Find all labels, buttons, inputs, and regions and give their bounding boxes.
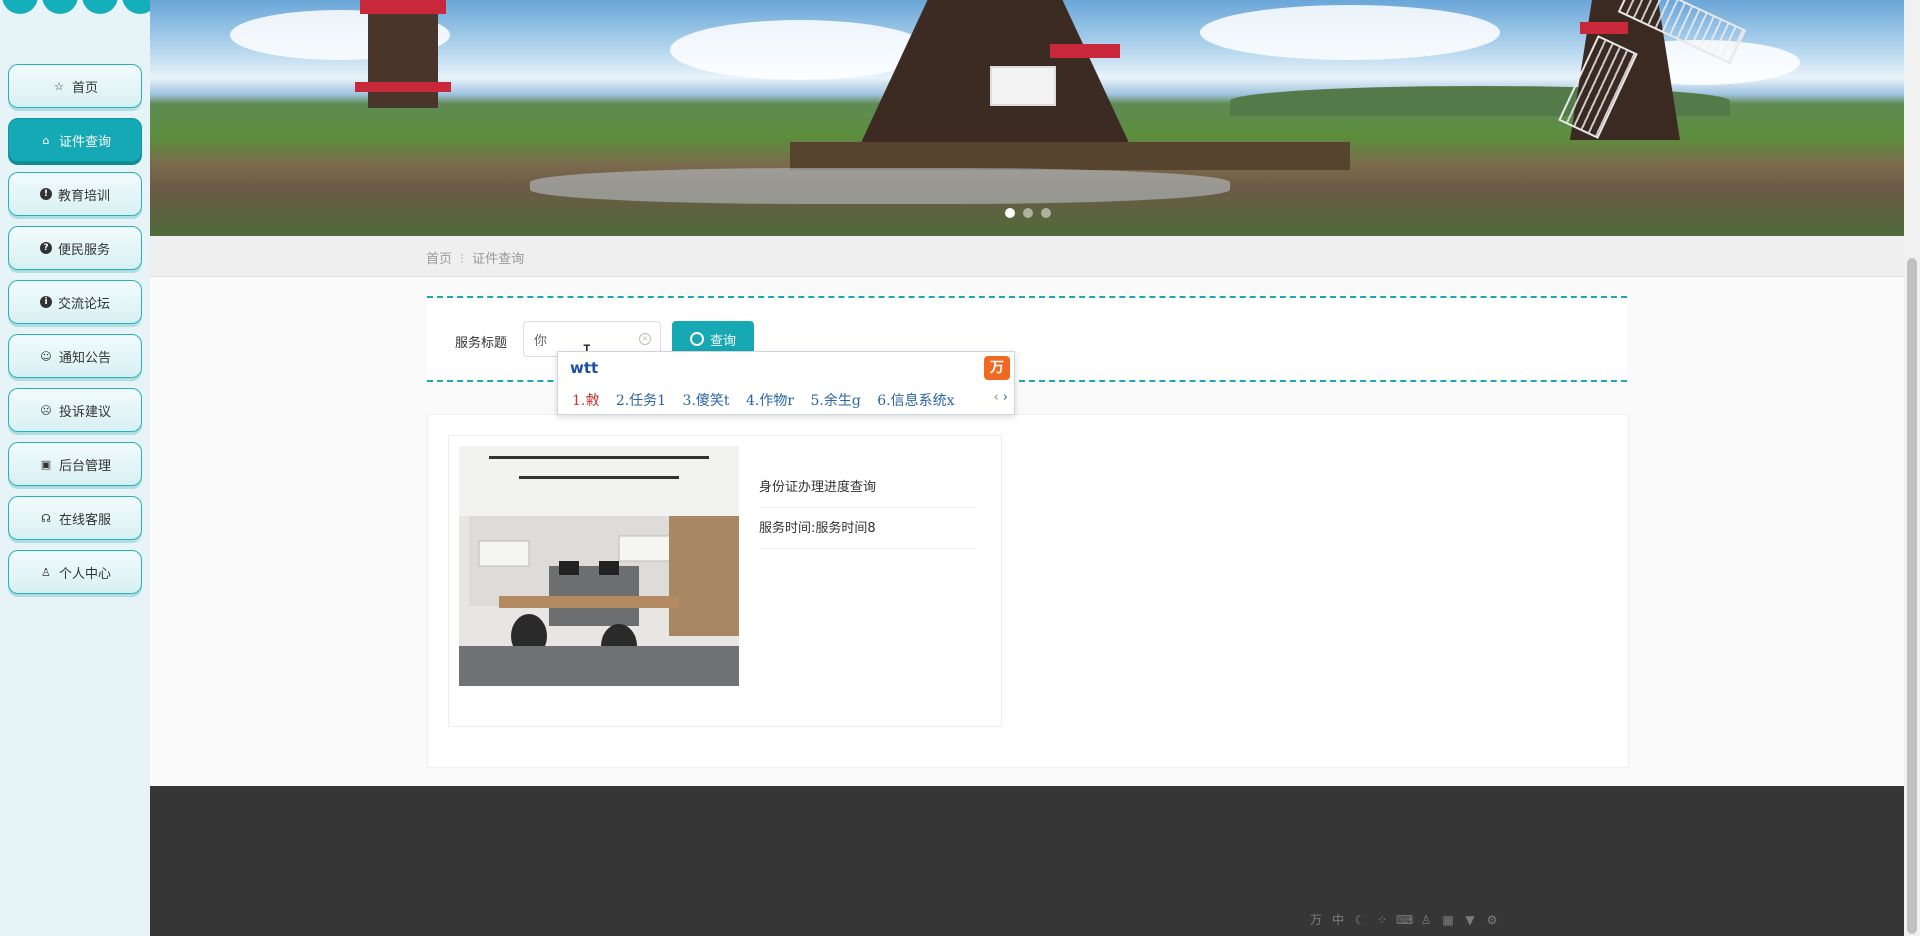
ime-toolbar-icon[interactable]: 万 bbox=[1308, 912, 1324, 928]
sidebar-item-online-support[interactable]: ☊ 在线客服 bbox=[8, 496, 142, 540]
gear-icon[interactable]: ⚙ bbox=[1484, 912, 1500, 928]
ime-candidate[interactable]: 6.信息系统x bbox=[877, 393, 954, 409]
sidebar-item-label: 通知公告 bbox=[58, 350, 111, 366]
ime-toolbar-icon[interactable]: 中 bbox=[1330, 912, 1346, 928]
ime-candidate[interactable]: 5.余生g bbox=[810, 393, 860, 409]
ime-candidate[interactable]: 2.任务1 bbox=[616, 393, 666, 409]
sidebar-item-home[interactable]: ☆ 首页 bbox=[8, 64, 142, 108]
sidebar-item-label: 交流论坛 bbox=[57, 296, 110, 312]
sidebar-nav: ☆ 首页 ⌂ 证件查询 ! 教育培训 ? 便民服务 i 交流论坛 ☺ 通知公告 … bbox=[8, 64, 144, 604]
keyboard-icon[interactable]: ⌨ bbox=[1396, 912, 1413, 928]
result-service-time: 服务时间:服务时间8 bbox=[759, 517, 977, 549]
shirt-icon[interactable]: ▼ bbox=[1462, 912, 1478, 928]
breadcrumb-bar: 首页 ⁝ 证件查询 bbox=[150, 236, 1904, 277]
sidebar-item-label: 投诉建议 bbox=[58, 404, 111, 420]
sidebar-item-label: 便民服务 bbox=[57, 242, 110, 258]
star-icon: ☆ bbox=[54, 79, 64, 93]
sidebar-item-label: 个人中心 bbox=[58, 566, 111, 582]
sidebar-item-profile[interactable]: ♙ 个人中心 bbox=[8, 550, 142, 594]
scrollbar[interactable] bbox=[1904, 0, 1920, 936]
moon-icon[interactable]: ☾ bbox=[1352, 912, 1368, 928]
sidebar-item-forum[interactable]: i 交流论坛 bbox=[8, 280, 142, 324]
smiley-icon: ☺ bbox=[40, 349, 52, 363]
sidebar-item-label: 教育培训 bbox=[57, 188, 110, 204]
top-decoration bbox=[0, 0, 158, 18]
bag-icon: ⌂ bbox=[42, 133, 50, 147]
banner-carousel[interactable] bbox=[150, 0, 1904, 236]
result-title[interactable]: 身份证办理进度查询 bbox=[759, 476, 977, 508]
sidebar-item-label: 在线客服 bbox=[58, 512, 111, 528]
sidebar-item-education[interactable]: ! 教育培训 bbox=[8, 172, 142, 216]
headset-icon: ☊ bbox=[41, 511, 51, 525]
sidebar-item-services[interactable]: ? 便民服务 bbox=[8, 226, 142, 270]
sidebar-item-label: 首页 bbox=[71, 80, 98, 96]
ime-prev-icon[interactable]: ‹ bbox=[993, 390, 998, 405]
search-icon bbox=[689, 332, 704, 346]
results-panel: 身份证办理进度查询 服务时间:服务时间8 bbox=[427, 414, 1629, 768]
dots-icon[interactable]: ⁘ bbox=[1374, 912, 1390, 928]
ime-candidate[interactable]: 1.敹 bbox=[572, 393, 599, 409]
user-icon[interactable]: ♙ bbox=[1418, 912, 1434, 928]
user-icon: ♙ bbox=[41, 565, 51, 579]
ime-page-arrows: ‹ › bbox=[993, 390, 1008, 405]
info-icon: i bbox=[39, 296, 52, 308]
breadcrumb-separator: ⁝ bbox=[460, 252, 465, 267]
result-card[interactable]: 身份证办理进度查询 服务时间:服务时间8 bbox=[448, 435, 1002, 727]
breadcrumb-home[interactable]: 首页 bbox=[426, 252, 452, 267]
breadcrumb: 首页 ⁝ 证件查询 bbox=[426, 248, 524, 267]
ime-logo-icon[interactable]: 万 bbox=[984, 356, 1010, 380]
ime-candidates: 1.敹 2.任务1 3.傻笑t 4.作物r 5.余生g 6.信息系统x bbox=[572, 390, 967, 410]
ime-composition: wtt bbox=[570, 359, 599, 377]
face-icon: ☹ bbox=[40, 403, 52, 417]
ime-next-icon[interactable]: › bbox=[1003, 390, 1008, 405]
sidebar-item-certificate-query[interactable]: ⌂ 证件查询 bbox=[8, 118, 142, 162]
carousel-dot[interactable] bbox=[1041, 208, 1051, 218]
carousel-dot[interactable] bbox=[1005, 208, 1015, 218]
ime-toolbar: 万 中 ☾ ⁘ ⌨ ♙ ▦ ▼ ⚙ bbox=[1308, 912, 1500, 928]
sidebar-item-label: 后台管理 bbox=[58, 458, 111, 474]
ime-candidate[interactable]: 4.作物r bbox=[746, 393, 794, 409]
exclamation-icon: ! bbox=[39, 188, 52, 200]
question-icon: ? bbox=[39, 242, 52, 254]
footer bbox=[150, 786, 1904, 936]
search-label: 服务标题 bbox=[455, 336, 508, 351]
sidebar: ☆ 首页 ⌂ 证件查询 ! 教育培训 ? 便民服务 i 交流论坛 ☺ 通知公告 … bbox=[0, 0, 158, 936]
search-button-label: 查询 bbox=[709, 333, 736, 349]
scrollbar-thumb[interactable] bbox=[1907, 258, 1917, 934]
sidebar-item-complaints[interactable]: ☹ 投诉建议 bbox=[8, 388, 142, 432]
breadcrumb-current: 证件查询 bbox=[472, 252, 525, 267]
sidebar-item-admin[interactable]: ▣ 后台管理 bbox=[8, 442, 142, 486]
office-photo bbox=[459, 446, 739, 686]
sidebar-item-label: 证件查询 bbox=[58, 134, 111, 150]
briefcase-icon: ▣ bbox=[40, 457, 52, 471]
ime-candidate[interactable]: 3.傻笑t bbox=[683, 393, 730, 409]
carousel-dot[interactable] bbox=[1023, 208, 1033, 218]
carousel-indicators bbox=[1005, 208, 1051, 218]
sidebar-item-notices[interactable]: ☺ 通知公告 bbox=[8, 334, 142, 378]
clear-icon[interactable]: × bbox=[639, 333, 651, 345]
grid-icon[interactable]: ▦ bbox=[1440, 912, 1456, 928]
ime-candidate-popup: wtt 万 1.敹 2.任务1 3.傻笑t 4.作物r 5.余生g 6.信息系统… bbox=[557, 351, 1015, 415]
